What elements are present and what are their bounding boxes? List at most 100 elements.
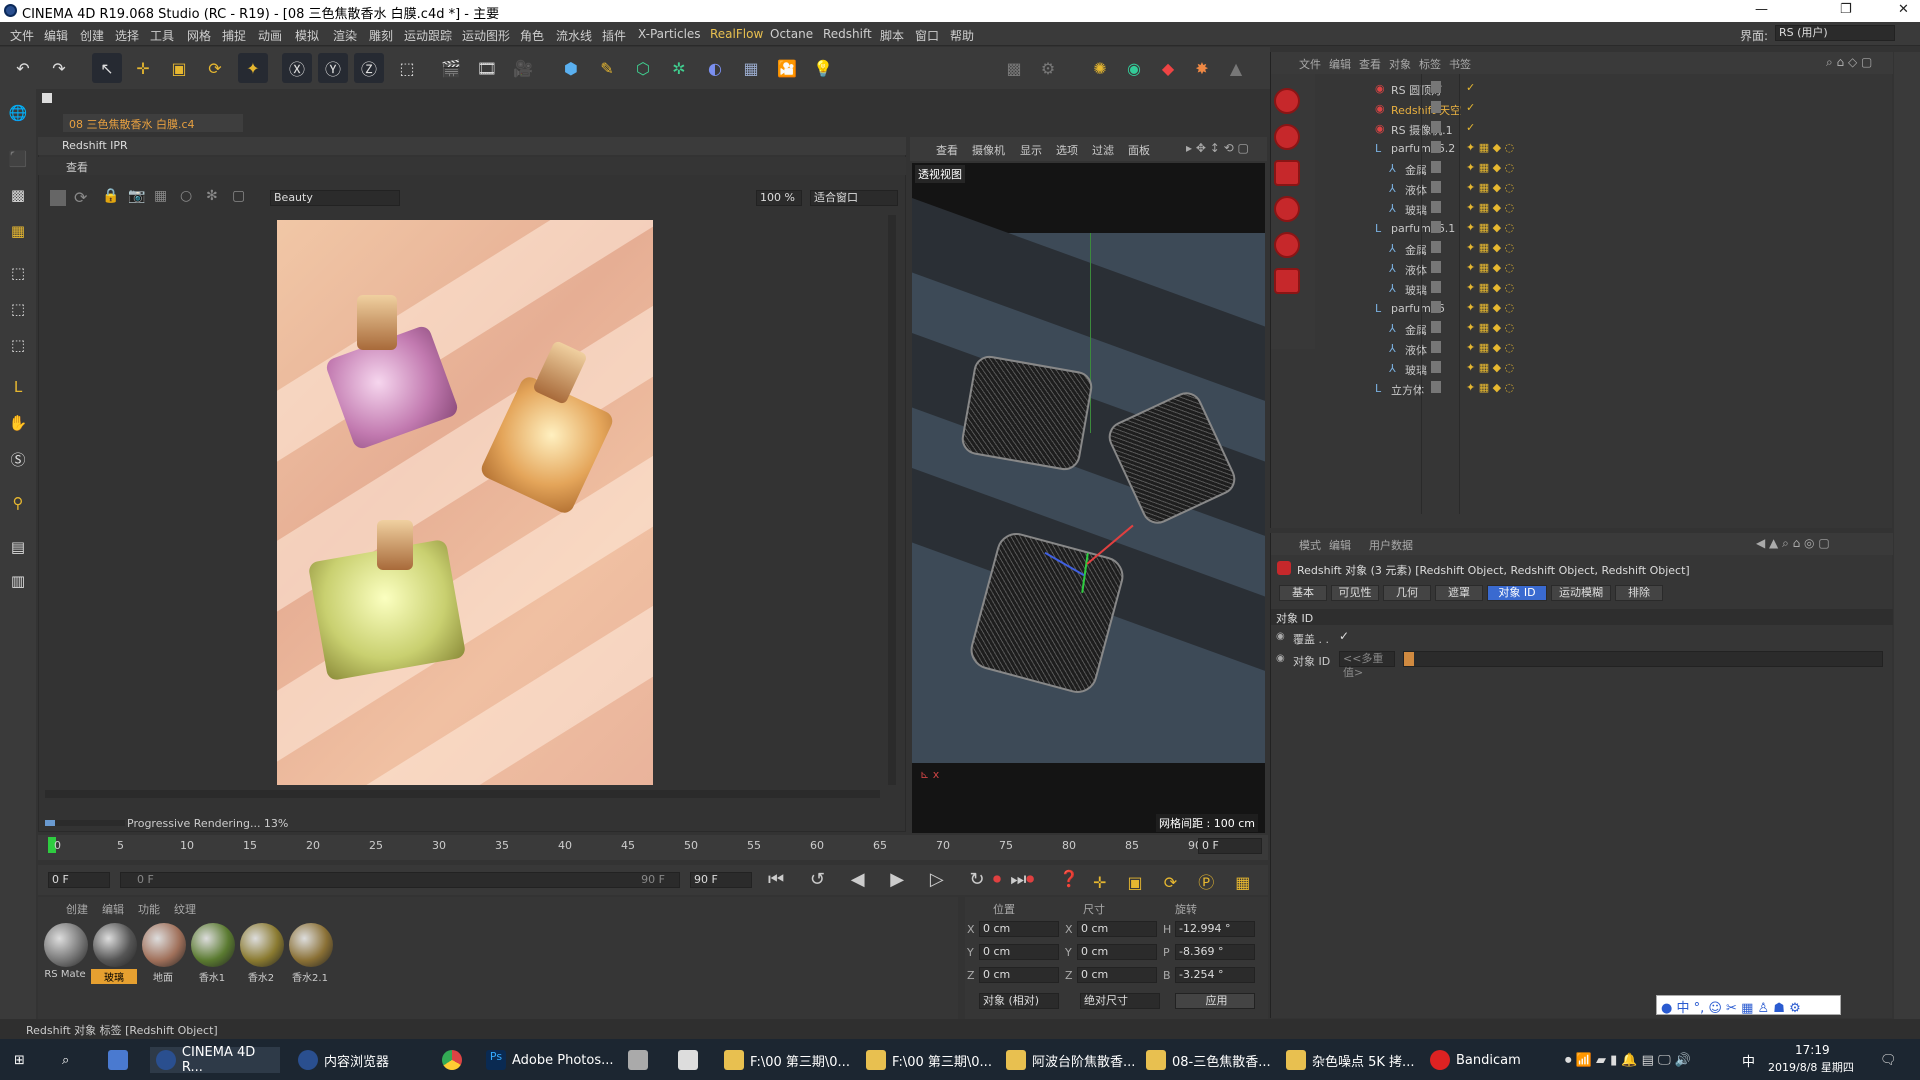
coord-system-icon[interactable]: ⬚ [392,53,422,83]
object-tags[interactable]: ✦ ▦ ◆ ◌ [1466,221,1514,234]
object-row[interactable]: ⅄ 金属 ✦ ▦ ◆ ◌ [1331,160,1891,178]
ime-toolbar[interactable]: ● 中 °, ☺ ✂ ▦ ♙ ☗ ⚙ [1656,995,1841,1016]
undo-icon[interactable]: ↶ [8,53,38,83]
frame-icon[interactable]: ▢ [232,188,245,204]
attr-nav-icon[interactable]: ◀ ▲ ⌕ ⌂ ◎ ▢ [1756,536,1830,551]
override-checkbox[interactable]: ✓ [1339,629,1349,643]
mat-menu-item[interactable]: 纹理 [174,901,196,917]
material-swatch[interactable]: 地面 [140,921,186,984]
object-tags[interactable]: ✦ ▦ ◆ ◌ [1466,361,1514,374]
workplane-icon[interactable]: ▦ [4,217,32,245]
make-editable-icon[interactable]: 🌐 [4,99,32,127]
attr-tab[interactable]: 排除 [1615,585,1663,601]
clock-date[interactable]: 2019/8/8 星期四 [1768,1059,1854,1075]
subdivision-icon[interactable]: ⬡ [628,53,658,83]
objmgr-menu-item[interactable]: 标签 [1419,56,1441,72]
plugin-icon[interactable]: ⚙ [1033,53,1063,83]
workplane-lock-icon[interactable]: ▤ [4,533,32,561]
attr-menu-item[interactable]: 用户数据 [1369,537,1413,553]
start-frame-field[interactable]: 0 F [48,872,110,888]
system-tray-icons[interactable]: ⏺ 📶 ▰ ▮ 🔔 ▤ 🖵 🔊 [1565,1047,1691,1073]
object-row[interactable]: ◉ RS 圆顶灯 ✓ [1331,80,1891,98]
mat-menu-item[interactable]: 编辑 [102,901,124,917]
object-tags[interactable]: ✦ ▦ ◆ ◌ [1466,181,1514,194]
attr-tab[interactable]: 对象 ID [1487,585,1547,601]
objmgr-menu-item[interactable]: 对象 [1389,56,1411,72]
material-swatch[interactable]: 玻璃 [91,921,137,984]
object-tags[interactable]: ✦ ▦ ◆ ◌ [1466,261,1514,274]
visibility-toggle[interactable] [1431,81,1441,93]
circle-icon[interactable]: ○ [180,188,192,204]
viewport-menu-item[interactable]: 选项 [1056,142,1078,158]
end-frame-field[interactable]: 90 F [690,872,752,888]
menu-item[interactable]: Octane [770,27,813,41]
object-id-field[interactable]: <<多重值> [1339,651,1395,679]
points-mode-icon[interactable]: ⬚ [4,259,32,287]
object-row[interactable]: Lparfum16.2 ✦ ▦ ◆ ◌ [1331,140,1891,158]
start-icon[interactable]: ⊞ [14,1047,25,1073]
object-tags[interactable]: ✦ ▦ ◆ ◌ [1466,241,1514,254]
recent-tool-icon[interactable]: ✦ [238,53,268,83]
clock-time[interactable]: 17:19 [1795,1043,1830,1057]
range-slider[interactable]: 0 F 90 F [120,872,680,888]
realflow-icon[interactable]: ◆ [1153,53,1183,83]
attr-tab[interactable]: 运动模糊 [1551,585,1611,601]
move-tool-icon[interactable]: ✛ [128,53,158,83]
y-axis-icon[interactable]: Ⓨ [318,53,348,83]
object-row[interactable]: ⅄ 液体 ✦ ▦ ◆ ◌ [1331,260,1891,278]
object-row[interactable]: ◉RS 摄像机.1✓ [1331,120,1891,138]
mat-menu-item[interactable]: 功能 [138,901,160,917]
object-tags[interactable]: ✦ ▦ ◆ ◌ [1466,201,1514,214]
camera-icon[interactable]: 🎦 [772,53,802,83]
attr-tab[interactable]: 基本 [1279,585,1327,601]
object-row[interactable]: ⅄ 液体 ✦ ▦ ◆ ◌ [1331,340,1891,358]
visibility-toggle[interactable] [1431,181,1441,193]
mat-menu-item[interactable]: 创建 [66,901,88,917]
app-icon[interactable] [108,1047,128,1073]
object-tags[interactable]: ✦ ▦ ◆ ◌ [1466,321,1514,334]
particles-icon[interactable]: ✺ [1085,53,1115,83]
attr-menu-item[interactable]: 编辑 [1329,537,1351,553]
viewport-menu-item[interactable]: 查看 [936,142,958,158]
fit-select[interactable]: 适合窗口 [810,190,898,206]
menu-item[interactable]: 雕刻 [369,27,393,44]
magnet-icon[interactable]: ⚲ [4,489,32,517]
search-icon[interactable]: ⌕ [62,1047,69,1073]
object-tags[interactable]: ✦ ▦ ◆ ◌ [1466,161,1514,174]
menu-item[interactable]: RealFlow [710,27,763,41]
attr-tab[interactable]: 几何 [1383,585,1431,601]
viewport-menu-item[interactable]: 显示 [1020,142,1042,158]
lock-icon[interactable]: 🔒 [102,188,119,204]
edges-mode-icon[interactable]: ⬚ [4,295,32,323]
coord-field[interactable]: 0 cm [1077,944,1157,960]
model-mode-icon[interactable]: ⬛ [4,145,32,173]
scale-tool-icon[interactable]: ▣ [164,53,194,83]
coord-field[interactable]: 0 cm [1077,921,1157,937]
visibility-toggle[interactable] [1431,321,1441,333]
menu-item[interactable]: 网格 [187,27,211,44]
radio-icon[interactable]: ◉ [1276,631,1285,642]
minimize-icon[interactable]: — [1755,2,1768,17]
render-settings-icon[interactable]: 🎥 [508,53,538,83]
object-tags[interactable]: ✦ ▦ ◆ ◌ [1466,141,1514,154]
render-view-icon[interactable]: 🎬 [436,53,466,83]
attr-menu-item[interactable]: 模式 [1299,537,1321,553]
viewport-menu-item[interactable]: 过滤 [1092,142,1114,158]
coord-mode-select[interactable]: 对象 (相对) [979,993,1059,1009]
ime-indicator[interactable]: 中 [1742,1051,1755,1070]
object-row[interactable]: ⅄ 玻璃 ✦ ▦ ◆ ◌ [1331,360,1891,378]
light-icon[interactable]: 💡 [808,53,838,83]
visibility-toggle[interactable] [1431,221,1441,233]
refresh-icon[interactable]: ⟳ [74,188,87,207]
menu-item[interactable]: 脚本 [880,27,904,44]
object-row[interactable]: ⅄ 金属 ✦ ▦ ◆ ◌ [1331,320,1891,338]
material-swatch[interactable]: 香水2 [238,921,284,984]
material-swatch[interactable]: 香水1 [189,921,235,984]
material-swatch[interactable]: 香水2.1 [287,921,333,984]
zoom-field[interactable]: 100 % [756,190,802,206]
xp-emitter-icon[interactable]: ◉ [1119,53,1149,83]
viewport-nav-icon[interactable]: ▸ ✥ ↕ ⟲ ▢ [1186,141,1249,155]
layout-select[interactable]: RS (用户) [1775,25,1895,41]
taskbar-app[interactable]: 阿波台阶焦散香... [1006,1047,1135,1073]
menu-item[interactable]: 帮助 [950,27,974,44]
